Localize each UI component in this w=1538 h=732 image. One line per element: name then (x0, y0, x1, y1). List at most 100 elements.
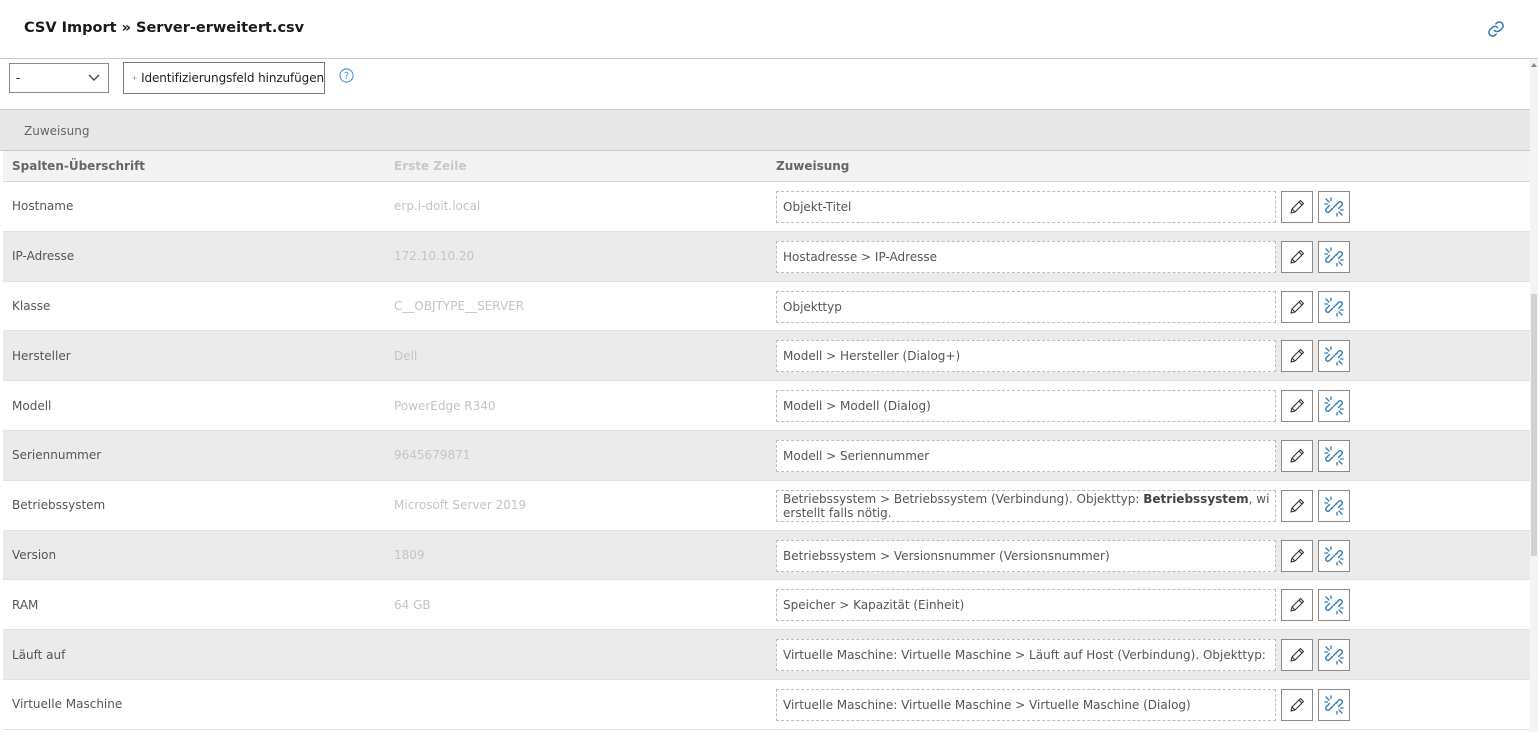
unlink-icon (1324, 645, 1344, 665)
assignment-text: Virtuelle Maschine: Virtuelle Maschine >… (783, 698, 1269, 712)
remove-assignment-button[interactable] (1318, 340, 1350, 373)
unlink-icon (1324, 545, 1344, 566)
first-row-cell: 64 GB (394, 597, 431, 612)
assignment-field[interactable]: Objekttyp (776, 290, 1276, 323)
remove-assignment-button[interactable] (1318, 191, 1350, 223)
edit-assignment-button[interactable] (1281, 240, 1313, 273)
assignment-label: Betriebssystem > Versionsnummer (Version… (783, 548, 1110, 563)
assignment-text: Speicher > Kapazität (Einheit) (783, 598, 1269, 612)
pencil-icon (1290, 299, 1305, 314)
column-header-first-row: Erste Zeile (394, 159, 467, 173)
edit-assignment-button[interactable] (1281, 290, 1313, 323)
edit-assignment-button[interactable] (1281, 439, 1313, 472)
csv-import-window: CSV Import » Server-erweitert.csv - Iden… (0, 0, 1538, 732)
edit-assignment-button[interactable] (1281, 639, 1313, 672)
link-icon (1488, 21, 1504, 37)
remove-assignment-button[interactable] (1318, 539, 1350, 572)
first-row-cell: 172.10.10.20 (394, 249, 475, 264)
page-header: CSV Import » Server-erweitert.csv (0, 0, 1538, 59)
assignment-text: Virtuelle Maschine: Virtuelle Maschine >… (783, 648, 1269, 662)
permalink-button[interactable] (1484, 17, 1508, 41)
remove-assignment-button[interactable] (1318, 240, 1350, 273)
assignment-text: Objekttyp (783, 300, 1269, 314)
remove-assignment-button[interactable] (1318, 589, 1350, 622)
remove-assignment-button[interactable] (1318, 639, 1350, 672)
table-row: Version 1809 Betriebssystem > Versionsnumm… (3, 530, 1530, 581)
add-button-label: Identifizierungsfeld hinzufügen (141, 71, 324, 85)
unlink-icon (1324, 496, 1344, 516)
toolbar: - Identifizierungsfeld hinzufügen ? (0, 59, 1530, 109)
assignment-field[interactable]: Betriebssystem > Betriebssystem (Verbind… (776, 489, 1276, 522)
column-heading-cell: Klasse (12, 298, 51, 313)
page-title: CSV Import » Server-erweitert.csv (24, 20, 305, 36)
add-identification-field-button[interactable]: Identifizierungsfeld hinzufügen (123, 62, 325, 94)
assignment-object-type: Betriebssystem (1143, 491, 1249, 506)
edit-assignment-button[interactable] (1281, 688, 1313, 721)
first-row-cell: PowerEdge R340 (394, 398, 496, 413)
plus-icon (132, 75, 137, 81)
scroll-up-arrow-icon[interactable] (1530, 61, 1538, 69)
assignment-field[interactable]: Speicher > Kapazität (Einheit) (776, 589, 1276, 622)
select-value: - (16, 71, 21, 85)
assignment-text: Modell > Hersteller (Dialog+) (783, 349, 1269, 363)
table-row: RAM 64 GB Speicher > Kapazität (Einheit) (3, 580, 1530, 631)
assignment-field[interactable]: Virtuelle Maschine: Virtuelle Maschine >… (776, 688, 1276, 721)
remove-assignment-button[interactable] (1318, 489, 1350, 522)
table-row: Hostname erp.i-doit.local Objekt-Titel (3, 182, 1530, 232)
table-row: Hersteller Dell Modell > Hersteller (Dialo… (3, 331, 1530, 382)
vertical-scrollbar[interactable] (1530, 59, 1538, 732)
assignment-field[interactable]: Modell > Seriennummer (776, 439, 1276, 472)
table-header: Spalten-Überschrift Erste Zeile Zuweisun… (3, 151, 1530, 182)
assignment-label: Virtuelle Maschine: Virtuelle Maschine >… (783, 648, 1269, 663)
pencil-icon (1290, 399, 1305, 413)
table-row: Virtuelle Maschine Virtuelle Maschine: Vi… (3, 679, 1530, 730)
assignment-field[interactable]: Virtuelle Maschine: Virtuelle Maschine >… (776, 639, 1276, 672)
assignment-field[interactable]: Objekt-Titel (776, 191, 1276, 223)
table-row: IP-Adresse 172.10.10.20 Hostadresse > IP-A… (3, 231, 1530, 282)
assignment-text: Betriebssystem > Versionsnummer (Version… (783, 549, 1269, 563)
assignment-field[interactable]: Modell > Modell (Dialog) (776, 390, 1276, 423)
edit-assignment-button[interactable] (1281, 390, 1313, 423)
edit-assignment-button[interactable] (1281, 589, 1313, 622)
unlink-icon (1324, 396, 1344, 416)
question-circle-icon[interactable]: ? (339, 68, 354, 83)
edit-assignment-button[interactable] (1281, 539, 1313, 572)
assignment-text-line2: erstellt falls nötig. (783, 505, 892, 520)
assignment-label: Modell > Seriennummer (783, 448, 930, 463)
column-heading-cell: Hostname (12, 199, 74, 214)
remove-assignment-button[interactable] (1318, 439, 1350, 472)
edit-assignment-button[interactable] (1281, 191, 1313, 223)
edit-assignment-button[interactable] (1281, 489, 1313, 522)
assignment-field[interactable]: Modell > Hersteller (Dialog+) (776, 340, 1276, 373)
assignment-field[interactable]: Betriebssystem > Versionsnummer (Version… (776, 539, 1276, 572)
edit-assignment-button[interactable] (1281, 340, 1313, 373)
pencil-icon (1290, 548, 1305, 563)
assignment-label: Virtuelle Maschine: Virtuelle Maschine >… (783, 697, 1191, 712)
scrollbar-thumb[interactable] (1531, 294, 1537, 556)
first-row-cell: erp.i-doit.local (394, 199, 481, 214)
column-heading-cell: Version (12, 547, 57, 562)
assignment-field[interactable]: Hostadresse > IP-Adresse (776, 240, 1276, 273)
section-label: Zuweisung (24, 124, 90, 138)
table-row: Seriennummer 9645679871 Modell > Seriennum… (3, 430, 1530, 481)
pencil-icon (1290, 249, 1305, 264)
assignment-text: Modell > Modell (Dialog) (783, 399, 1269, 413)
column-header-assignment: Zuweisung (776, 159, 850, 173)
assignment-label: Modell > Hersteller (Dialog+) (783, 349, 961, 364)
chevron-down-icon (88, 74, 100, 81)
remove-assignment-button[interactable] (1318, 390, 1350, 423)
unlink-icon (1324, 346, 1344, 367)
svg-text:?: ? (344, 71, 349, 82)
identification-select[interactable]: - (9, 63, 109, 93)
column-heading-cell: Seriennummer (12, 448, 102, 463)
unlink-icon (1324, 197, 1344, 217)
pencil-icon (1290, 498, 1305, 513)
pencil-icon (1290, 199, 1305, 214)
first-row-cell: Microsoft Server 2019 (394, 498, 527, 513)
pencil-icon (1290, 697, 1305, 712)
pencil-icon (1290, 648, 1305, 662)
remove-assignment-button[interactable] (1318, 688, 1350, 721)
remove-assignment-button[interactable] (1318, 290, 1350, 323)
pencil-icon (1290, 598, 1305, 612)
assignment-label: Modell > Modell (Dialog) (783, 399, 931, 414)
